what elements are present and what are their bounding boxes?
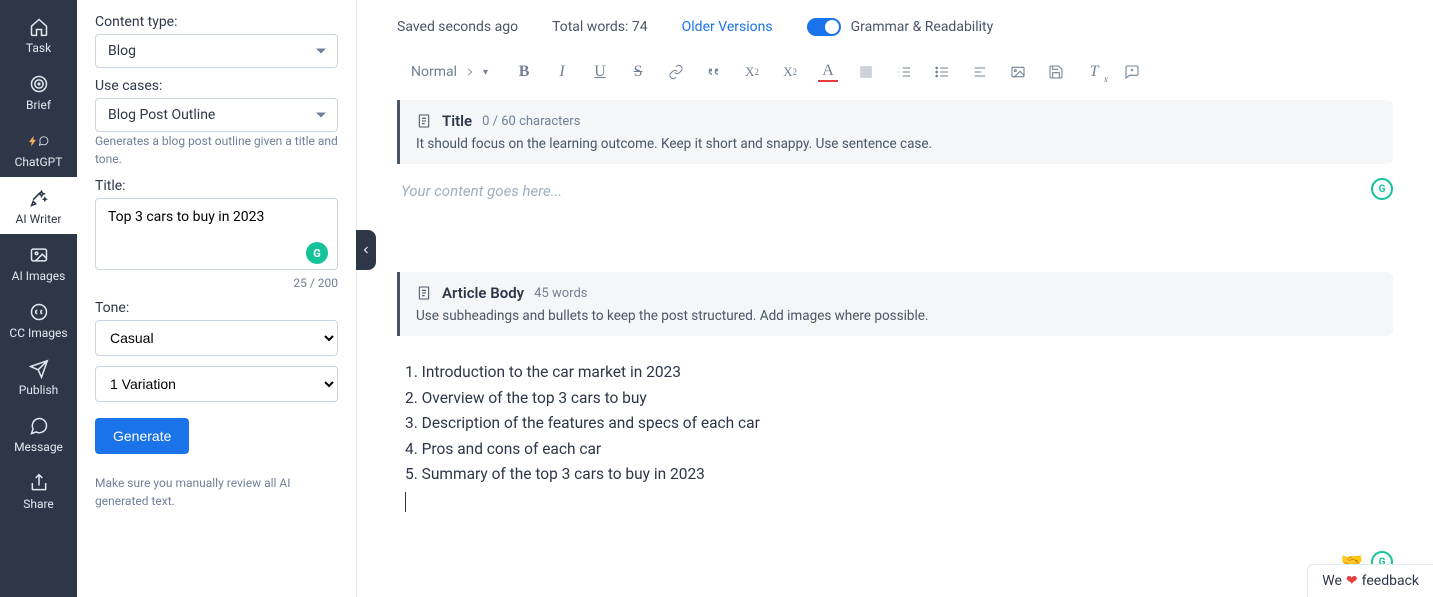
editor-status-bar: Saved seconds ago Total words: 74 Older …	[397, 18, 1393, 36]
document-icon	[416, 113, 432, 129]
nav-label: Brief	[26, 98, 51, 112]
document-icon	[416, 285, 432, 301]
nav-share[interactable]: Share	[0, 462, 77, 519]
nav-brief[interactable]: Brief	[0, 63, 77, 120]
use-cases-label: Use cases:	[95, 78, 338, 94]
nav-ai-writer[interactable]: AI Writer	[0, 177, 77, 234]
highlight-button[interactable]	[856, 62, 876, 82]
older-versions-link[interactable]: Older Versions	[682, 19, 773, 35]
title-input[interactable]: Top 3 cars to buy in 2023	[95, 198, 338, 270]
grammarly-icon[interactable]: G	[1371, 178, 1393, 200]
nav-label: CC Images	[9, 326, 67, 340]
italic-button[interactable]: I	[552, 62, 572, 82]
nav-label: Publish	[19, 383, 59, 397]
strikethrough-button[interactable]: S	[628, 62, 648, 82]
outline-list: 1. Introduction to the car market in 202…	[401, 354, 1389, 488]
comment-button[interactable]	[1122, 62, 1142, 82]
title-placeholder: Your content goes here...	[401, 182, 1389, 200]
blockquote-button[interactable]	[704, 62, 724, 82]
generate-button[interactable]: Generate	[95, 418, 189, 454]
list-item: 1. Introduction to the car market in 202…	[405, 360, 1389, 386]
grammar-label: Grammar & Readability	[851, 19, 994, 35]
title-label: Title:	[95, 178, 338, 194]
title-section-meta: 0 / 60 characters	[482, 114, 580, 129]
ordered-list-button[interactable]	[894, 62, 914, 82]
title-section-hint: It should focus on the learning outcome.…	[416, 136, 1377, 152]
tone-select[interactable]: Casual	[95, 320, 338, 356]
save-button[interactable]	[1046, 62, 1066, 82]
nav-message[interactable]: Message	[0, 405, 77, 462]
body-section-hint: Use subheadings and bullets to keep the …	[416, 308, 1377, 324]
editor-panel: Saved seconds ago Total words: 74 Older …	[357, 0, 1433, 597]
text-color-button[interactable]: A	[818, 62, 838, 82]
nav-label: AI Writer	[16, 212, 62, 226]
unordered-list-button[interactable]	[932, 62, 952, 82]
cc-icon	[28, 301, 50, 323]
chat-icon	[28, 415, 50, 437]
image-sparkle-icon	[28, 244, 50, 266]
body-section-meta: 45 words	[534, 286, 587, 301]
feedback-button[interactable]: We ❤ feedback	[1307, 564, 1433, 597]
image-button[interactable]	[1008, 62, 1028, 82]
nav-rail: Task Brief ChatGPT AI Writer AI Images C…	[0, 0, 77, 597]
nav-task[interactable]: Task	[0, 6, 77, 63]
collapse-sidebar-handle[interactable]	[356, 230, 376, 270]
link-button[interactable]	[666, 62, 686, 82]
use-cases-select[interactable]: Blog Post Outline	[95, 98, 338, 132]
content-type-label: Content type:	[95, 14, 338, 30]
home-icon	[28, 16, 50, 38]
body-section-label: Article Body	[442, 284, 524, 302]
nav-label: Message	[14, 440, 63, 454]
tone-label: Tone:	[95, 300, 338, 316]
nav-ai-images[interactable]: AI Images	[0, 234, 77, 291]
superscript-button[interactable]: X2	[780, 62, 800, 82]
underline-button[interactable]: U	[590, 62, 610, 82]
magic-wand-icon	[28, 187, 50, 209]
title-content-area[interactable]: Your content goes here... G	[397, 172, 1393, 232]
text-cursor	[405, 492, 406, 512]
list-item: 2. Overview of the top 3 cars to buy	[405, 386, 1389, 412]
body-section-card: Article Body 45 words Use subheadings an…	[397, 272, 1393, 336]
nav-label: AI Images	[12, 269, 66, 283]
heart-icon: ❤	[1346, 573, 1358, 589]
use-cases-helper: Generates a blog post outline given a ti…	[95, 132, 338, 168]
body-content-area[interactable]: 1. Introduction to the car market in 202…	[397, 344, 1393, 542]
align-button[interactable]	[970, 62, 990, 82]
title-section-label: Title	[442, 112, 472, 130]
list-item: 5. Summary of the top 3 cars to buy in 2…	[405, 462, 1389, 488]
content-type-value: Blog	[95, 34, 338, 68]
nav-label: ChatGPT	[15, 155, 63, 169]
total-words: Total words: 74	[552, 19, 648, 35]
subscript-button[interactable]: X2	[742, 62, 762, 82]
list-item: 3. Description of the features and specs…	[405, 411, 1389, 437]
title-section-card: Title 0 / 60 characters It should focus …	[397, 100, 1393, 164]
target-icon	[28, 73, 50, 95]
nav-chatgpt[interactable]: ChatGPT	[0, 120, 77, 177]
share-icon	[28, 472, 50, 494]
settings-panel: Content type: Blog Use cases: Blog Post …	[77, 0, 357, 597]
content-type-select[interactable]: Blog	[95, 34, 338, 68]
variation-select[interactable]: 1 Variation	[95, 366, 338, 402]
nav-label: Task	[26, 41, 51, 55]
review-note: Make sure you manually review all AI gen…	[95, 474, 338, 510]
nav-cc-images[interactable]: CC Images	[0, 291, 77, 348]
saved-status: Saved seconds ago	[397, 19, 518, 35]
title-char-count: 25 / 200	[95, 276, 338, 290]
grammarly-icon[interactable]: G	[306, 242, 328, 264]
editor-toolbar: Normal ▾ B I U S X2 X2 A Tx	[397, 56, 1393, 100]
grammar-toggle[interactable]	[807, 18, 841, 36]
send-icon	[28, 358, 50, 380]
nav-publish[interactable]: Publish	[0, 348, 77, 405]
nav-label: Share	[23, 497, 54, 511]
clear-format-button[interactable]: Tx	[1084, 62, 1104, 82]
format-select[interactable]: Normal ▾	[411, 64, 496, 80]
list-item: 4. Pros and cons of each car	[405, 437, 1389, 463]
bolt-chat-icon	[28, 130, 50, 152]
bold-button[interactable]: B	[514, 62, 534, 82]
use-cases-value: Blog Post Outline	[95, 98, 338, 132]
